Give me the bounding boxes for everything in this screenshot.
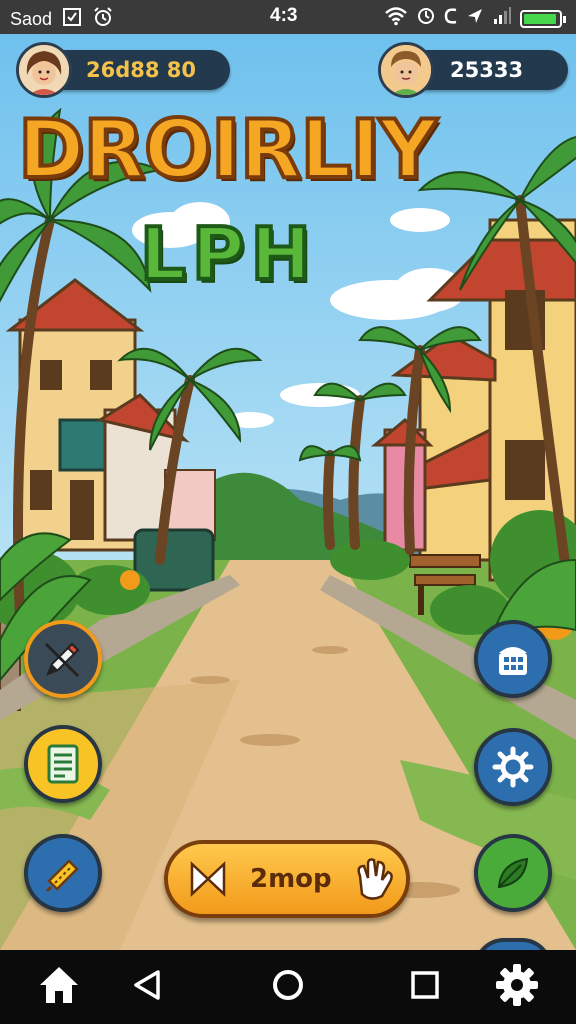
location-arrow-icon: [466, 6, 484, 31]
pencil-icon: [40, 636, 86, 682]
game-title: DROIRLIY: [16, 103, 439, 196]
tickets-button[interactable]: [24, 834, 102, 912]
leaf-icon: [491, 851, 535, 895]
status-left: Saod: [10, 6, 114, 33]
status-bar: Saod 4:3: [0, 0, 576, 34]
system-nav-bar: [0, 950, 576, 1024]
play-button[interactable]: 2mop: [164, 840, 410, 918]
checkbox-icon: [62, 7, 82, 32]
player2-avatar[interactable]: [378, 42, 434, 98]
player2-score: 25333: [450, 58, 524, 82]
gear-icon: [494, 962, 540, 1012]
player1-score: 26d88 80: [86, 58, 197, 82]
settings-button[interactable]: [474, 728, 552, 806]
battery-icon: [520, 9, 566, 28]
hand-icon: [350, 856, 396, 908]
edit-button[interactable]: [24, 620, 102, 698]
alarm-icon: [92, 6, 114, 33]
nav-circle-home-button[interactable]: [263, 962, 313, 1012]
document-icon: [43, 742, 83, 786]
play-button-label: 2mop: [250, 864, 332, 894]
recents-icon: [410, 970, 440, 1004]
status-right: [384, 6, 566, 31]
ticket-icon: [41, 851, 85, 895]
circle-home-icon: [271, 968, 305, 1006]
nav-recents-button[interactable]: [400, 962, 450, 1012]
signal-icon: [492, 6, 512, 31]
game-subtitle: LPH: [138, 212, 317, 296]
nav-back-button[interactable]: [122, 962, 172, 1012]
nav-home-button[interactable]: [34, 962, 84, 1012]
status-time: 4:3: [270, 5, 298, 26]
player1-avatar[interactable]: [16, 42, 72, 98]
shop-icon: [493, 639, 533, 679]
battery-level: [524, 13, 556, 24]
back-icon: [132, 968, 162, 1006]
nature-button[interactable]: [474, 834, 552, 912]
shop-button[interactable]: [474, 620, 552, 698]
bowtie-icon: [188, 858, 228, 904]
wifi-icon: [384, 6, 408, 31]
quests-button[interactable]: [24, 725, 102, 803]
status-carrier-text: Saod: [10, 9, 53, 29]
home-icon: [36, 963, 82, 1011]
settings-icon: [491, 745, 535, 789]
c-letter-icon: [444, 6, 458, 31]
game-screen: Saod 4:3 26d88 80 25333 DROIRLIY LPH 2mo…: [0, 0, 576, 1024]
sync-icon: [416, 6, 436, 31]
nav-settings-button[interactable]: [492, 962, 542, 1012]
